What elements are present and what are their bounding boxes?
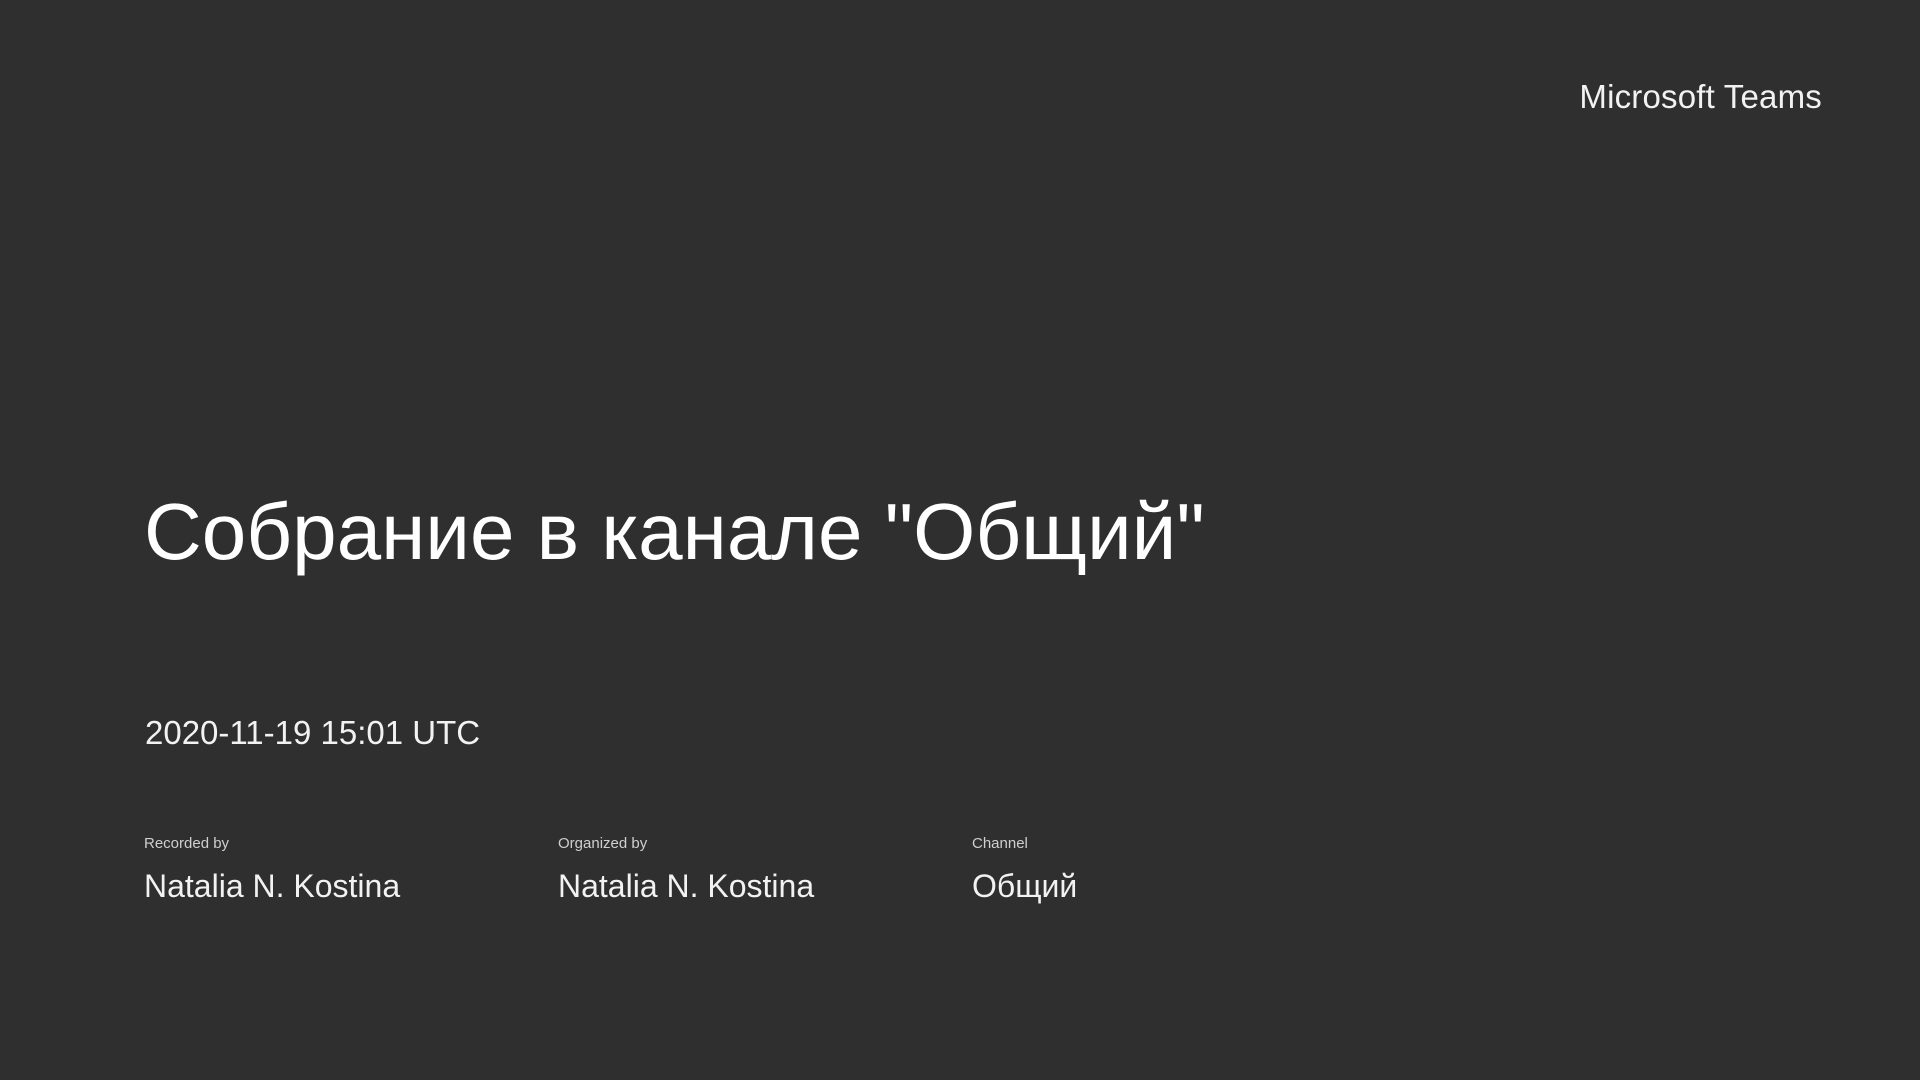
- meeting-datetime: 2020-11-19 15:01 UTC: [145, 714, 481, 751]
- recorded-by-value: Natalia N. Kostina: [144, 868, 401, 904]
- meeting-meta: Recorded by Natalia N. Kostina Organized…: [144, 836, 1386, 902]
- organized-by-label: Organized by: [558, 835, 648, 852]
- organized-by-value: Natalia N. Kostina: [558, 868, 815, 904]
- organized-by-field: Organized by Natalia N. Kostina: [558, 836, 972, 902]
- channel-field: Channel Общий: [972, 836, 1386, 902]
- channel-value: Общий: [972, 868, 1078, 904]
- recorded-by-label: Recorded by: [144, 835, 230, 852]
- brand-label: Microsoft Teams: [1579, 78, 1822, 115]
- channel-label: Channel: [972, 835, 1028, 852]
- meeting-title: Собрание в канале "Общий": [144, 487, 1205, 576]
- recorded-by-field: Recorded by Natalia N. Kostina: [144, 836, 558, 902]
